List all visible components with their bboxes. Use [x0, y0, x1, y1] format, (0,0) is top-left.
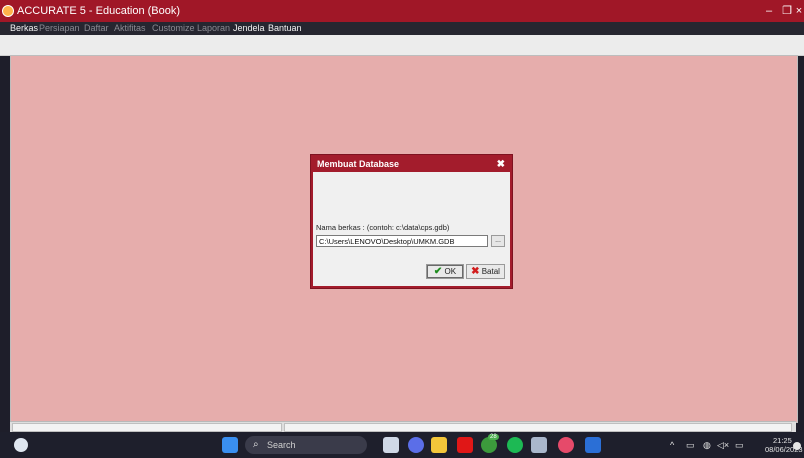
notification-badge: 28 — [488, 434, 499, 440]
app-titlebar: ACCURATE 5 - Education (Book) – ❐ × — [0, 0, 804, 22]
whatsapp-icon[interactable]: 28 — [481, 434, 499, 453]
menu-customize[interactable]: Customize — [152, 22, 195, 35]
dialog-close-icon[interactable]: ✖ — [497, 157, 505, 172]
taskbar: ⌕ Search 28 ^ ▭ ◍ ◁× ▭ 21:25 08/06/2023 — [0, 432, 804, 458]
accurate-taskbar-icon[interactable] — [558, 437, 574, 453]
notification-icon[interactable] — [793, 442, 801, 450]
menu-bar: Berkas Persiapan Daftar Aktifitas Custom… — [0, 22, 804, 35]
create-database-dialog: Membuat Database ✖ Nama berkas : (contoh… — [311, 155, 512, 288]
accurate-app-icon[interactable] — [2, 5, 14, 17]
cancel-button[interactable]: ✖ Batal — [466, 264, 505, 279]
app-title: ACCURATE 5 - Education (Book) — [17, 5, 181, 17]
keyboard-icon[interactable]: ▭ — [686, 439, 695, 451]
dialog-titlebar: Membuat Database ✖ — [313, 157, 510, 172]
cancel-button-label: Batal — [481, 267, 500, 276]
chat-icon[interactable] — [408, 437, 424, 453]
menu-jendela[interactable]: Jendela — [233, 22, 265, 35]
volume-icon[interactable]: ◁× — [717, 439, 729, 451]
chevron-up-icon[interactable]: ^ — [670, 439, 674, 451]
task-view-icon[interactable] — [383, 437, 399, 453]
checkmark-icon: ✔ — [433, 266, 443, 277]
close-button[interactable]: × — [794, 3, 804, 19]
ok-button[interactable]: ✔ OK — [426, 264, 464, 279]
browse-button[interactable]: ... — [491, 235, 505, 247]
netflix-icon[interactable] — [457, 437, 473, 453]
search-placeholder: Search — [267, 440, 296, 450]
battery-icon[interactable]: ▭ — [735, 439, 744, 451]
menu-daftar[interactable]: Daftar — [84, 22, 109, 35]
word-icon[interactable] — [585, 437, 601, 453]
cross-icon: ✖ — [471, 266, 480, 277]
search-icon: ⌕ — [253, 439, 259, 450]
file-explorer-icon[interactable] — [431, 437, 447, 453]
menu-berkas[interactable]: Berkas — [10, 22, 38, 35]
app-icon[interactable] — [531, 437, 547, 453]
menu-persiapan[interactable]: Persiapan — [39, 22, 80, 35]
network-icon[interactable]: ◍ — [703, 439, 711, 451]
menu-bantuan[interactable]: Bantuan — [268, 22, 302, 35]
menu-laporan[interactable]: Laporan — [197, 22, 230, 35]
toolbar — [0, 35, 804, 56]
widgets-icon[interactable] — [14, 438, 28, 452]
spotify-icon[interactable] — [507, 437, 523, 453]
dialog-title: Membuat Database — [317, 159, 400, 169]
ok-button-label: OK — [444, 267, 457, 276]
windows-start-icon[interactable] — [222, 437, 238, 453]
status-segment — [284, 423, 792, 432]
file-name-label: Nama berkas : (contoh: c:\data\cps.gdb) — [316, 223, 450, 232]
file-name-input[interactable] — [316, 235, 488, 247]
clock-time[interactable]: 21:25 — [773, 436, 792, 445]
status-segment — [12, 423, 282, 432]
minimize-button[interactable]: – — [760, 3, 778, 19]
taskbar-search[interactable]: ⌕ Search — [245, 436, 367, 454]
menu-aktifitas[interactable]: Aktifitas — [114, 22, 146, 35]
